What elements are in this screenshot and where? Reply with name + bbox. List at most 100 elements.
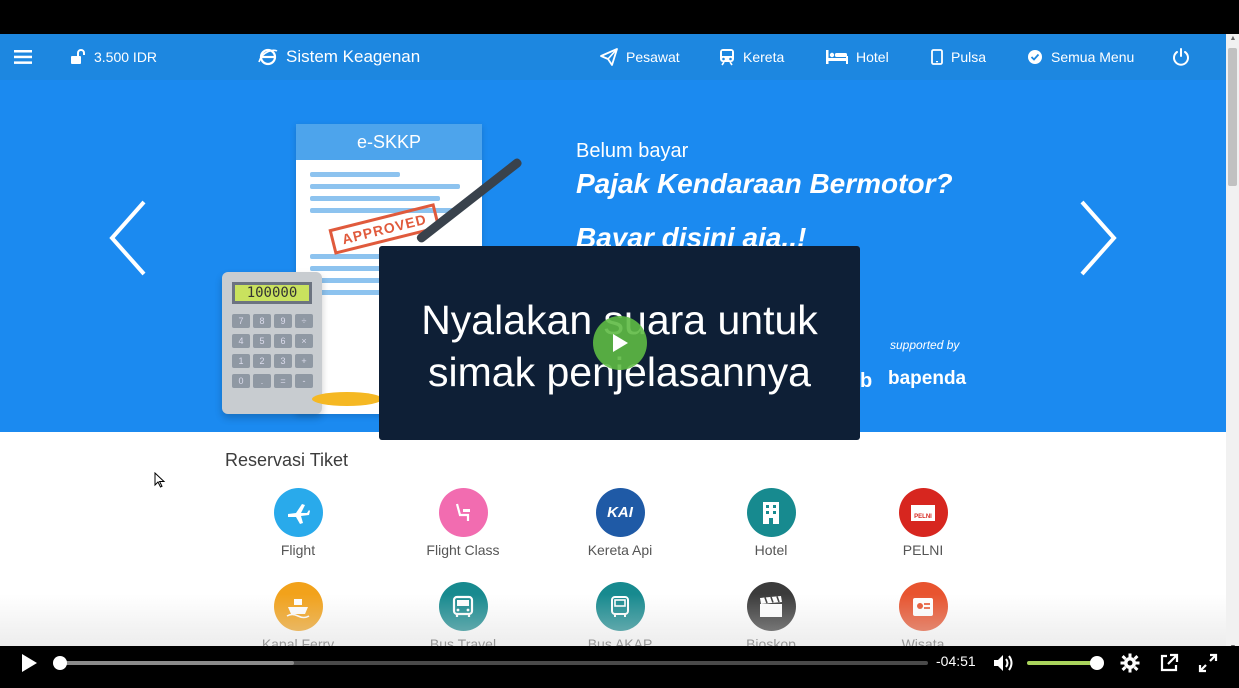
doc-line	[310, 172, 400, 177]
paper-plane-icon	[600, 48, 618, 66]
nav-item-hotel[interactable]: Hotel	[826, 34, 889, 80]
nav-item-label: Hotel	[856, 49, 889, 65]
menu-item-bioskop[interactable]: Bioskop	[711, 582, 831, 652]
carousel-next-icon[interactable]	[1074, 198, 1124, 278]
top-navbar: 3.500 IDR Sistem Keagenan Pesawat Kereta…	[0, 34, 1226, 80]
calc-key: =	[274, 374, 292, 388]
logout-button[interactable]	[1172, 34, 1190, 80]
calc-key: 3	[274, 354, 292, 368]
mouse-cursor-icon	[154, 472, 166, 488]
menu-item-label: Hotel	[754, 542, 788, 558]
calc-key: 6	[274, 334, 292, 348]
menu-item-hotel[interactable]: Hotel	[711, 488, 831, 558]
seat-icon	[455, 503, 470, 521]
calc-key: ×	[295, 334, 313, 348]
menu-item-icon	[438, 582, 488, 631]
menu-item-icon	[273, 488, 323, 537]
menu-item-flight[interactable]: Flight	[238, 488, 358, 558]
video-controls-bar: -04:51	[0, 646, 1239, 688]
calc-key: 1	[232, 354, 250, 368]
ship-icon	[286, 598, 310, 618]
play-icon	[22, 654, 37, 672]
settings-button[interactable]	[1119, 652, 1141, 674]
doc-line	[310, 184, 460, 189]
time-remaining: -04:51	[936, 653, 976, 669]
calculator-illustration: 100000 7 8 9 ÷ 4 5 6 × 1 2 3 +0. = -	[222, 272, 322, 414]
seek-handle[interactable]	[53, 656, 67, 670]
menu-item-kereta-api[interactable]: KAI Kereta Api	[560, 488, 680, 558]
menu-item-bus-travel[interactable]: Bus Travel	[403, 582, 523, 652]
play-button[interactable]	[18, 652, 40, 674]
external-link-icon	[1160, 653, 1179, 672]
popout-button[interactable]	[1158, 652, 1180, 674]
check-circle-icon	[1028, 50, 1042, 64]
menu-item-icon	[273, 582, 323, 631]
hamburger-icon	[14, 50, 32, 64]
gear-icon	[1120, 653, 1140, 673]
balance-display[interactable]: 3.500 IDR	[70, 34, 157, 80]
doc-title: e-SKKP	[296, 124, 482, 160]
fullscreen-icon	[1198, 653, 1218, 673]
nav-item-label: Semua Menu	[1051, 49, 1135, 65]
building-icon	[763, 501, 779, 524]
mute-button[interactable]	[992, 652, 1016, 674]
calc-key: 9	[274, 314, 292, 328]
coins-illustration	[312, 392, 382, 406]
big-play-button[interactable]	[593, 316, 647, 370]
nav-item-pulsa[interactable]: Pulsa	[931, 34, 986, 80]
fullscreen-button[interactable]	[1197, 652, 1219, 674]
scroll-up-arrow-icon[interactable]: ▲	[1229, 35, 1237, 42]
balance-label: 3.500 IDR	[94, 49, 158, 65]
menu-item-icon: KAI	[595, 488, 645, 537]
coach-bus-icon	[611, 595, 629, 617]
menu-item-wisata[interactable]: Wisata	[863, 582, 983, 652]
menu-item-icon	[898, 582, 948, 631]
menu-item-pelni[interactable]: PELNI PELNI	[863, 488, 983, 558]
calc-display: 100000	[232, 282, 312, 304]
web-page: 3.500 IDR Sistem Keagenan Pesawat Kereta…	[0, 34, 1239, 654]
calc-key: 0	[232, 374, 250, 388]
menu-item-kapal-ferry[interactable]: Kapal Ferry	[238, 582, 358, 652]
hamburger-menu-button[interactable]	[14, 34, 32, 80]
brand-title: Sistem Keagenan	[286, 47, 421, 66]
power-icon	[1173, 48, 1189, 66]
carousel-prev-icon[interactable]	[104, 198, 154, 278]
calc-key: 8	[253, 314, 271, 328]
doc-line	[310, 196, 440, 201]
seek-bar[interactable]	[53, 656, 928, 670]
calc-key: 7	[232, 314, 250, 328]
calc-key: ÷	[295, 314, 313, 328]
supported-by-label: supported by	[890, 338, 960, 352]
unlock-icon	[71, 49, 85, 64]
calc-key: 4	[232, 334, 250, 348]
calc-key: -	[295, 374, 313, 388]
promo-line-2: Pajak Kendaraan Bermotor?	[576, 168, 953, 199]
partner-logo-fragment: b	[860, 370, 873, 392]
brand-link[interactable]: Sistem Keagenan	[258, 34, 420, 80]
volume-handle[interactable]	[1090, 656, 1104, 670]
nav-item-pesawat[interactable]: Pesawat	[600, 34, 680, 80]
clapperboard-icon	[760, 595, 782, 617]
doc-line	[310, 208, 460, 213]
menu-item-label: Kereta Api	[587, 542, 653, 558]
section-title: Reservasi Tiket	[225, 450, 349, 470]
menu-item-icon	[746, 582, 796, 631]
nav-item-semua-menu[interactable]: Semua Menu	[1027, 34, 1134, 80]
kai-logo-icon: KAI	[607, 504, 633, 521]
menu-item-label: Flight Class	[426, 542, 500, 558]
airplane-icon	[288, 503, 310, 524]
ie-logo-icon	[258, 48, 278, 66]
nav-item-kereta[interactable]: Kereta	[719, 34, 784, 80]
nav-item-label: Pulsa	[951, 49, 987, 65]
menu-item-icon	[746, 488, 796, 537]
volume-slider[interactable]	[1027, 661, 1097, 665]
pelni-logo-icon: PELNI	[911, 504, 935, 521]
nav-item-label: Pesawat	[626, 49, 680, 65]
menu-item-label: Flight	[280, 542, 316, 558]
scrollbar-thumb[interactable]	[1228, 48, 1237, 186]
menu-item-bus-akap[interactable]: Bus AKAP	[560, 582, 680, 652]
menu-item-icon: PELNI	[898, 488, 948, 537]
mobile-icon	[931, 49, 943, 65]
play-icon	[613, 334, 628, 352]
menu-item-flight-class[interactable]: Flight Class	[403, 488, 523, 558]
